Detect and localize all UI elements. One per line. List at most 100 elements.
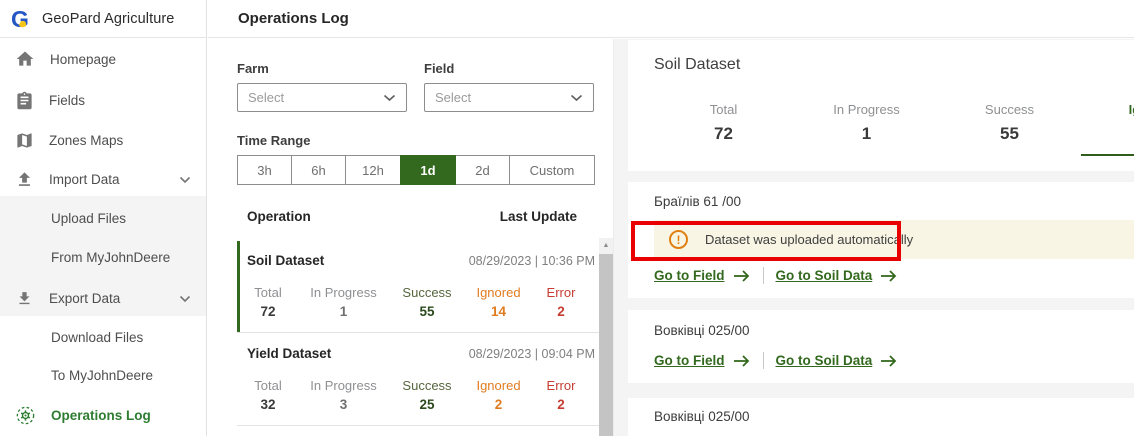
chevron-down-icon [383,94,396,102]
operations-filter-panel: Farm Select Field Select Time Range 3h 6… [208,39,614,436]
farm-select-value: Select [248,90,284,105]
sidebar-item-label: Zones Maps [49,133,123,148]
time-range-custom[interactable]: Custom [509,155,595,185]
sidebar-item-operations-log[interactable]: Operations Log [0,400,206,430]
time-range-2d[interactable]: 2d [455,155,510,185]
time-range-12h[interactable]: 12h [345,155,401,185]
stat-ignored: Ignored 2 [471,378,527,412]
go-to-field-link[interactable]: Go to Field [654,353,751,368]
sidebar-item-label: Fields [49,93,85,108]
field-select[interactable]: Select [424,83,594,112]
operation-card-soil-dataset[interactable]: Soil Dataset 08/29/2023 | 10:36 PM Total… [240,241,601,331]
detail-tabs: Total 72 In Progress 1 Success 55 Ignore… [652,102,1134,156]
warning-circle-icon [669,230,688,249]
list-divider [237,425,601,426]
link-label: Go to Field [654,353,725,368]
stat-success: Success 25 [398,378,456,412]
time-range-1d[interactable]: 1d [400,155,456,185]
chevron-down-icon [570,94,583,102]
stat-value: 2 [541,304,581,319]
link-label: Go to Soil Data [776,268,873,283]
stat-label: Total [247,285,289,300]
operation-stats: Total 72 In Progress 1 Success 55 Ignore… [247,285,581,319]
operation-stats: Total 32 In Progress 3 Success 25 Ignore… [247,378,581,412]
sidebar-item-label: Operations Log [51,408,151,423]
tab-value: 55 [938,124,1081,144]
arrow-right-icon [880,355,898,367]
sidebar-item-label: Upload Files [51,211,126,226]
stat-value: 25 [398,397,456,412]
geopard-logo-icon: G [9,6,35,32]
sidebar-item-to-myjohndeere[interactable]: To MyJohnDeere [0,360,206,390]
tab-label: Total [652,102,795,117]
stat-value: 72 [247,304,289,319]
link-separator [763,352,764,369]
operation-card-yield-dataset[interactable]: Yield Dataset 08/29/2023 | 09:04 PM Tota… [240,334,601,424]
last-update-column-header: Last Update [500,209,577,224]
brand[interactable]: G GeoPard Agriculture [0,0,206,38]
sidebar-item-export-data[interactable]: Export Data [0,283,206,313]
stat-success: Success 55 [398,285,456,319]
fields-icon [15,91,34,110]
gear-dashed-icon [15,405,36,426]
stat-label: Ignored [471,285,527,300]
stat-label: Error [541,285,581,300]
time-range-3h[interactable]: 3h [237,155,292,185]
tab-value: 14 [1081,124,1134,144]
sidebar-item-from-myjohndeere[interactable]: From MyJohnDeere [0,242,206,272]
stat-value: 1 [304,304,384,319]
stat-value: 55 [398,304,456,319]
sidebar: G GeoPard Agriculture Homepage Fields Zo… [0,0,207,436]
sidebar-item-import-data[interactable]: Import Data [0,164,206,194]
zones-maps-icon [15,131,34,150]
link-label: Go to Soil Data [776,353,873,368]
sidebar-item-download-files[interactable]: Download Files [0,322,206,352]
field-name: Браїлів 61 /00 [654,194,741,209]
list-scrollbar[interactable] [599,238,613,436]
farm-label: Farm [237,61,269,76]
sidebar-item-zones-maps[interactable]: Zones Maps [0,125,206,155]
sidebar-item-homepage[interactable]: Homepage [0,44,206,74]
go-to-field-link[interactable]: Go to Field [654,268,751,283]
operation-timestamp: 08/29/2023 | 09:04 PM [469,347,595,361]
stat-value: 14 [471,304,527,319]
operation-name: Soil Dataset [247,253,324,268]
stat-error: Error 2 [541,285,581,319]
operations-log-screen: G GeoPard Agriculture Homepage Fields Zo… [0,0,1134,436]
stat-in-progress: In Progress 3 [304,378,384,412]
farm-select[interactable]: Select [237,83,407,112]
banner-text: Dataset was uploaded automatically [705,232,913,247]
go-to-soil-data-link[interactable]: Go to Soil Data [776,268,899,283]
tab-value: 1 [795,124,938,144]
field-section: Вовківці 025/00 [628,398,1134,436]
field-select-value: Select [435,90,471,105]
field-section: Браїлів 61 /00 Dataset was uploaded auto… [628,182,1134,298]
chevron-down-icon [179,176,191,184]
stat-value: 2 [541,397,581,412]
tab-total[interactable]: Total 72 [652,102,795,156]
tab-value: 72 [652,124,795,144]
field-links: Go to Field Go to Soil Data [654,267,898,284]
scroll-up-icon[interactable] [599,238,613,253]
detail-title: Soil Dataset [654,56,740,74]
scrollbar-thumb[interactable] [599,254,613,436]
stat-value: 32 [247,397,289,412]
stat-ignored: Ignored 14 [471,285,527,319]
stat-value: 3 [304,397,384,412]
sidebar-item-fields[interactable]: Fields [0,85,206,115]
stat-label: In Progress [304,378,384,393]
home-icon [15,49,35,69]
link-label: Go to Field [654,268,725,283]
upload-icon [15,170,34,189]
stat-label: Ignored [471,378,527,393]
detail-area: Soil Dataset Total 72 In Progress 1 Succ… [614,39,1134,436]
time-range-6h[interactable]: 6h [291,155,346,185]
tab-in-progress[interactable]: In Progress 1 [795,102,938,156]
go-to-soil-data-link[interactable]: Go to Soil Data [776,353,899,368]
stat-label: Success [398,285,456,300]
tab-success[interactable]: Success 55 [938,102,1081,156]
stat-label: Total [247,378,289,393]
tab-ignored[interactable]: Ignored 14 [1081,102,1134,156]
sidebar-item-upload-files[interactable]: Upload Files [0,203,206,233]
operation-timestamp: 08/29/2023 | 10:36 PM [469,254,595,268]
